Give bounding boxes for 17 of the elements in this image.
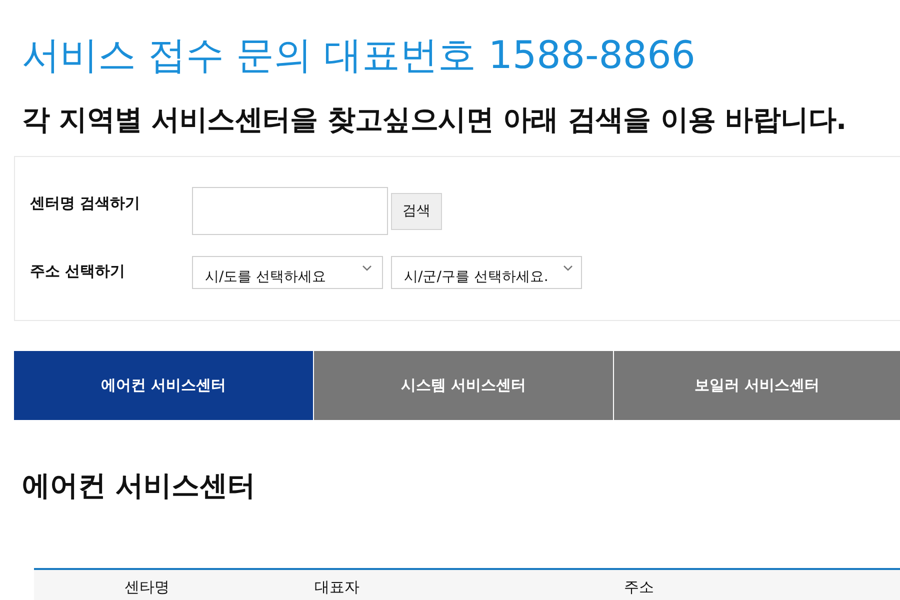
center-name-input[interactable] xyxy=(192,187,388,235)
caret-icon xyxy=(362,265,372,271)
column-header: 센타명 xyxy=(124,578,170,596)
category-tab[interactable]: 보일러 서비스센터 xyxy=(614,351,900,420)
address-label: 주소 선택하기 xyxy=(30,262,126,281)
column-header: 주소 xyxy=(624,578,654,596)
caret-icon xyxy=(563,265,573,271)
address-select[interactable]: 시/도를 선택하세요 xyxy=(192,256,383,289)
hotline-title: 서비스 접수 문의 대표번호 1588-8866 xyxy=(22,32,696,79)
center-name-label: 센터명 검색하기 xyxy=(30,194,140,213)
category-tab[interactable]: 시스템 서비스센터 xyxy=(314,351,613,420)
category-tab[interactable]: 에어컨 서비스센터 xyxy=(14,351,313,420)
search-button[interactable]: 검색 xyxy=(391,192,442,230)
column-header: 대표자 xyxy=(314,578,360,596)
search-guide-text: 각 지역별 서비스센터을 찾고싶으시면 아래 검색을 이용 바랍니다. xyxy=(22,102,846,138)
section-title: 에어컨 서비스센터 xyxy=(22,468,256,504)
address-select[interactable]: 시/군/구를 선택하세요. xyxy=(391,256,582,289)
